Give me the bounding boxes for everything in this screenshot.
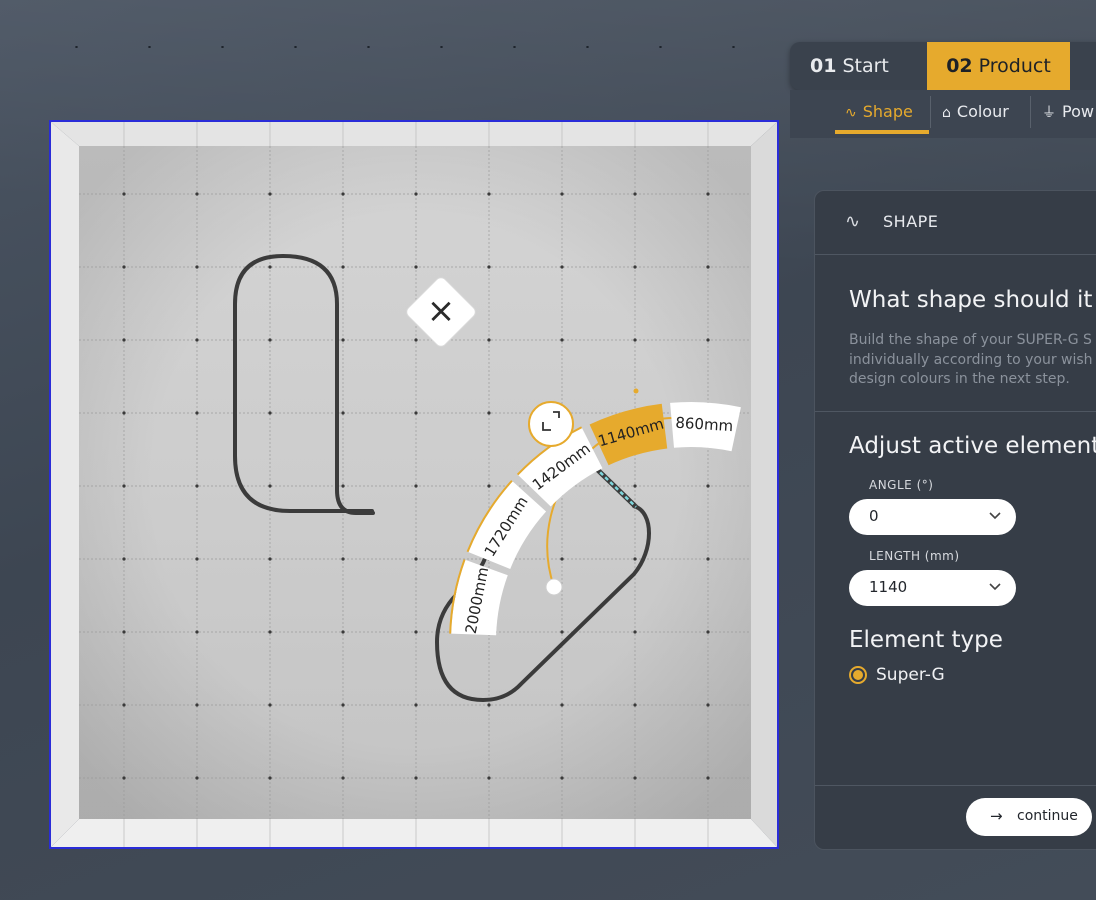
continue-button[interactable]: → continue — [966, 798, 1092, 836]
angle-value: 0 — [869, 507, 879, 525]
background-dots — [40, 46, 790, 48]
shape-icon: ∿ — [845, 211, 861, 232]
step-start[interactable]: 01 Start — [810, 42, 926, 90]
step-product[interactable]: 02 Product — [927, 42, 1070, 90]
length-option-label: 860mm — [675, 414, 734, 435]
length-select[interactable]: 1140 — [849, 570, 1016, 606]
step-label: Start — [842, 55, 889, 77]
product-subtabs: ∿ Shape ⌂ Colour ⏚ Pow — [790, 90, 1096, 138]
shape-description: Build the shape of your SUPER-G S indivi… — [849, 332, 1093, 387]
tab-colour[interactable]: ⌂ Colour — [942, 90, 1009, 134]
length-value: 1140 — [869, 578, 908, 596]
chevron-down-icon — [989, 512, 1001, 520]
configuration-panel: ∿ SHAPE What shape should it b Build the… — [814, 190, 1096, 850]
colour-icon: ⌂ — [942, 105, 951, 121]
wall-top — [51, 122, 777, 146]
pivot-handle[interactable] — [528, 401, 574, 447]
element-type-title: Element type — [849, 627, 1003, 653]
arc-start-handle[interactable] — [545, 578, 563, 596]
wall-left — [51, 122, 79, 847]
chevron-down-icon — [989, 583, 1001, 591]
close-icon: × — [427, 291, 456, 331]
power-icon: ⏚ — [1042, 105, 1056, 121]
panel-header: ∿ SHAPE — [815, 191, 1096, 255]
adjust-element-title: Adjust active element — [849, 433, 1096, 459]
design-canvas[interactable]: 2000mm 1720mm 1420mm 1140mm 860mm × — [49, 120, 779, 849]
wall-bottom — [51, 819, 777, 847]
radio-selected[interactable] — [849, 666, 867, 684]
tab-shape[interactable]: ∿ Shape — [845, 90, 913, 134]
angle-label: ANGLE (°) — [869, 478, 934, 492]
room-drawing: 2000mm1720mm1420mm1140mm 860mm × — [51, 122, 777, 847]
step-number: 01 — [810, 55, 837, 77]
angle-select[interactable]: 0 — [849, 499, 1016, 535]
step-number: 02 — [946, 55, 973, 77]
step-label: Product — [978, 55, 1051, 77]
active-tab-indicator — [835, 130, 929, 134]
shape-question: What shape should it b — [849, 287, 1096, 313]
arrow-right-icon: → — [990, 807, 1003, 825]
tab-power[interactable]: ⏚ Pow — [1042, 90, 1094, 134]
step-navigation: 01 Start 02 Product — [790, 42, 1096, 90]
shape-icon: ∿ — [845, 105, 857, 121]
length-label: LENGTH (mm) — [869, 549, 960, 563]
wall-right — [751, 122, 777, 847]
panel-title: SHAPE — [883, 212, 939, 231]
